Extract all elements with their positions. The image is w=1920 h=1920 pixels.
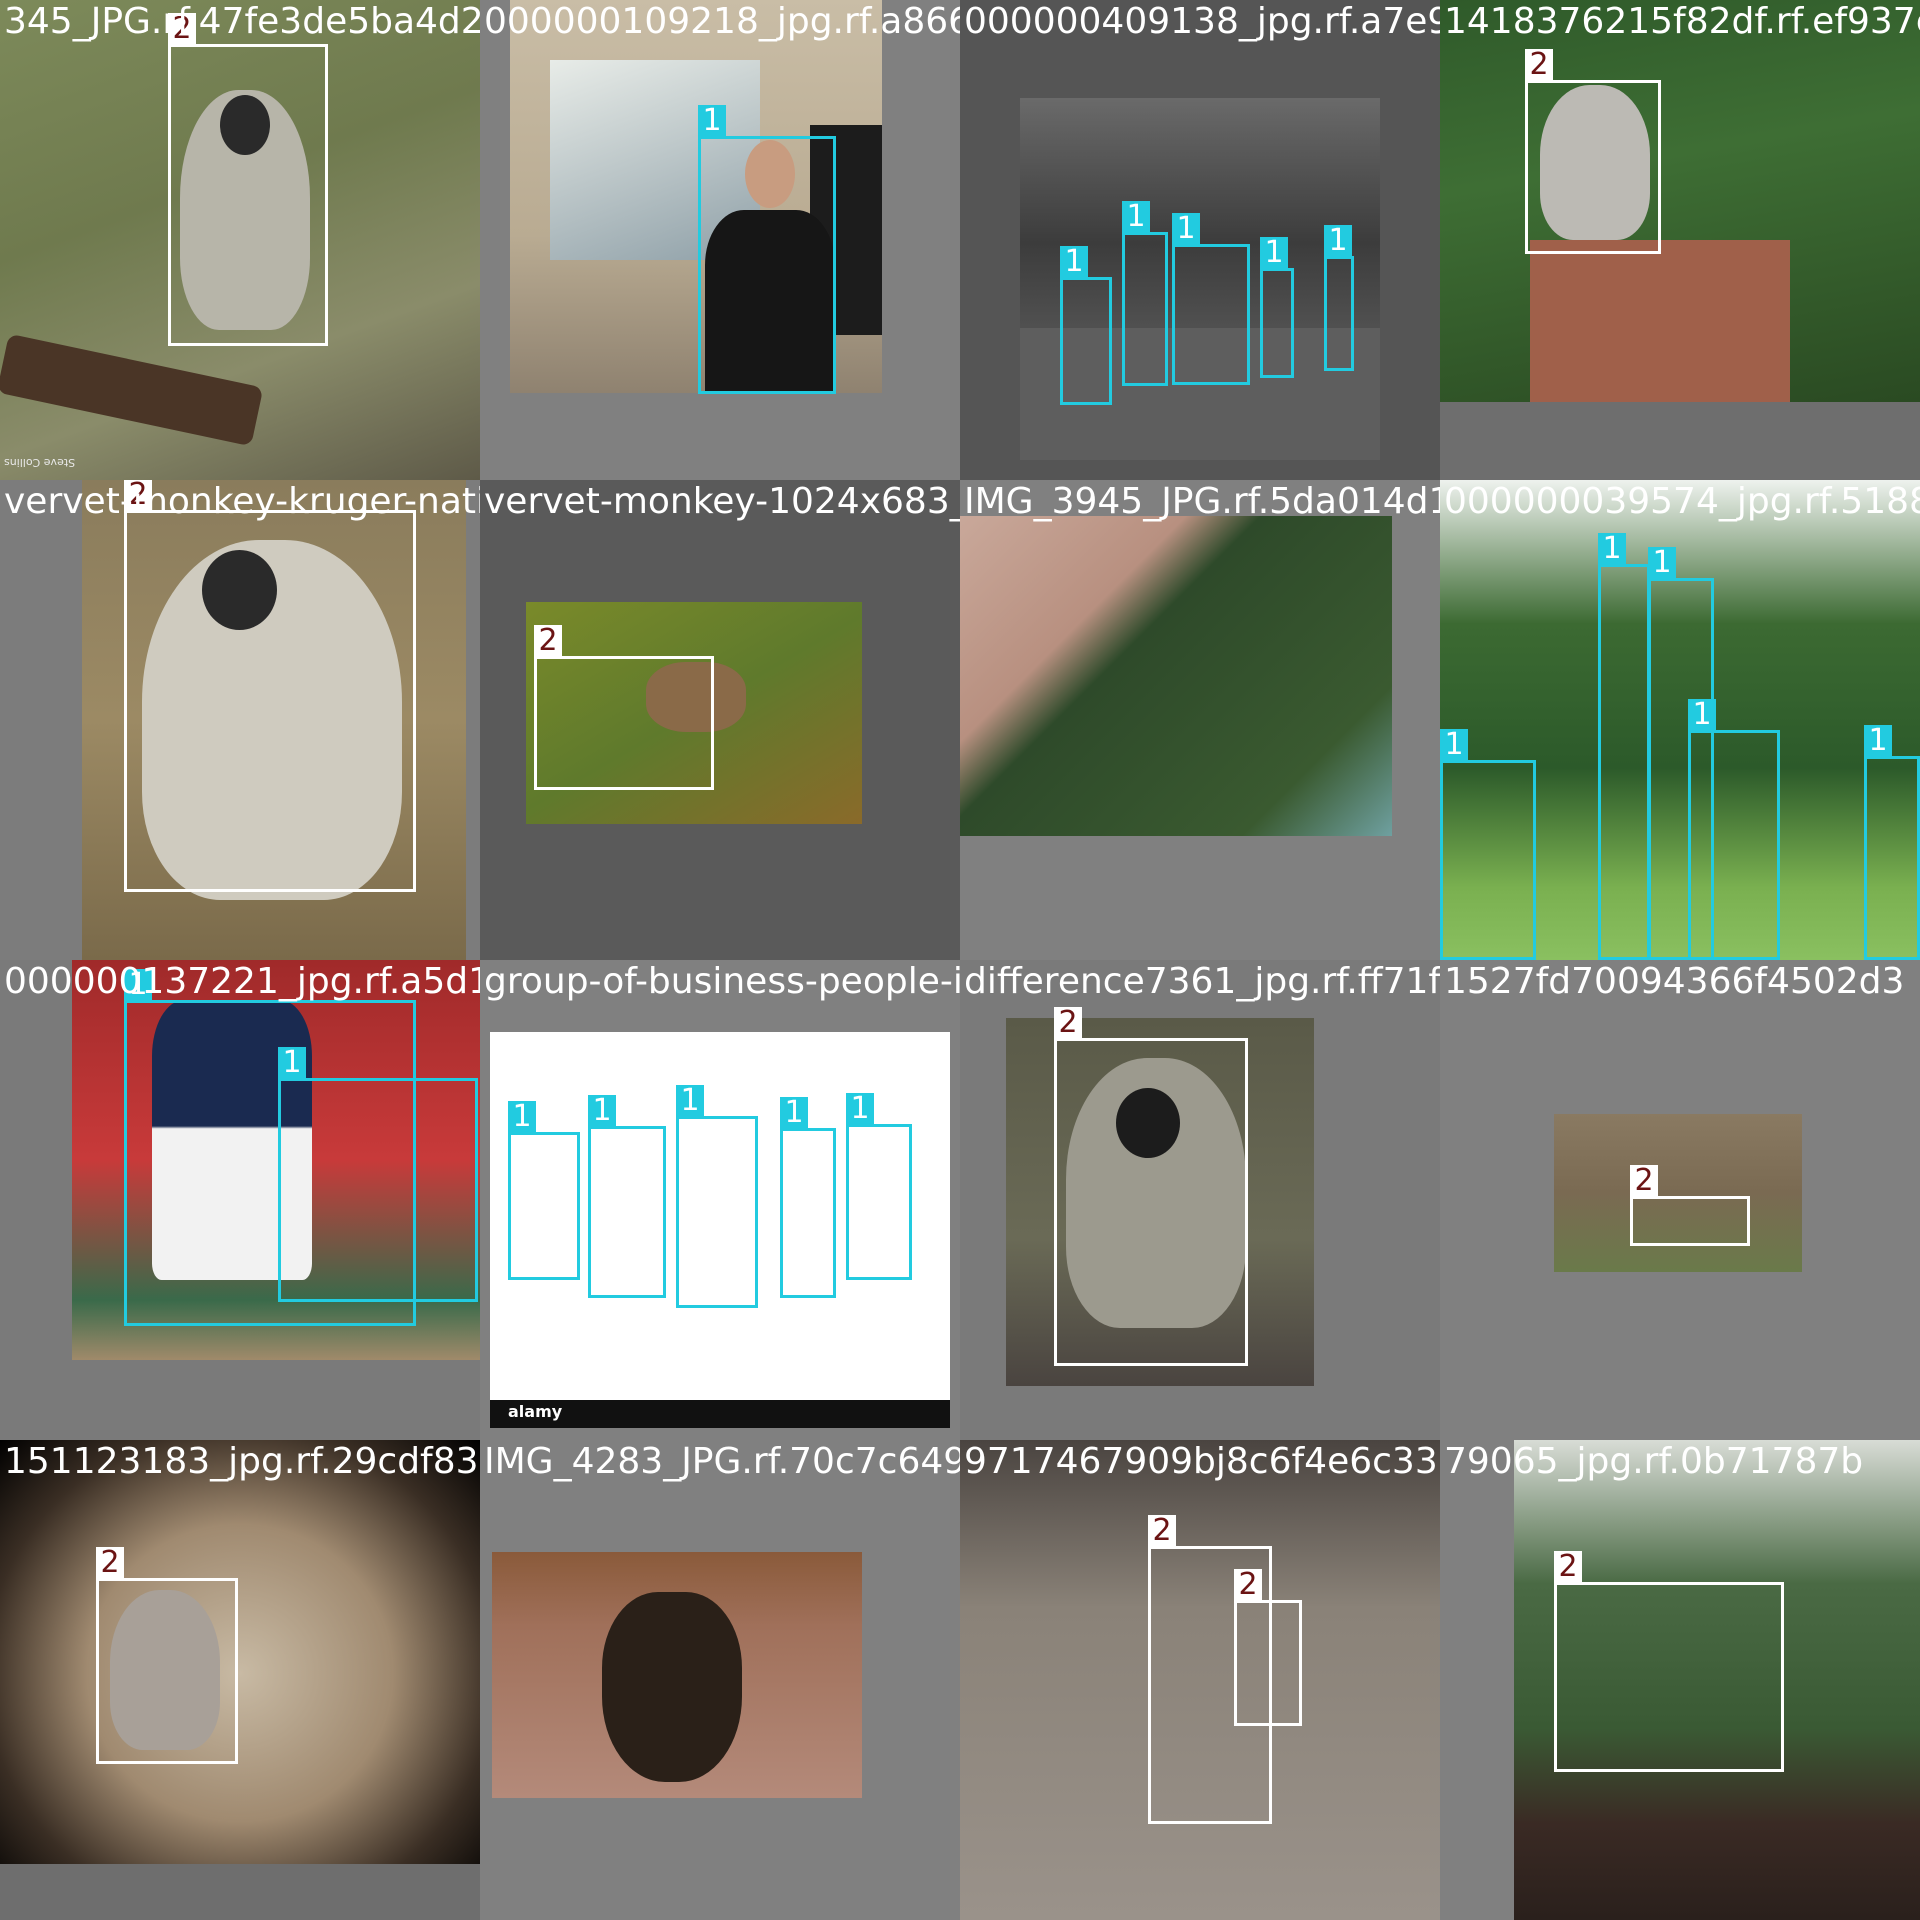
tile-green-wall: IMG_3945_JPG.rf.5da014d1 [960, 480, 1440, 960]
tile-monkeys-dirt: 9717467909bj8c6f4e6c33656f588 2 2 [960, 1440, 1440, 1920]
bbox-person: 1 [698, 105, 836, 394]
tile-langur-vignette: 151123183_jpg.rf.29cdf8315b 2 [0, 1440, 480, 1920]
brick-pillar [1530, 240, 1790, 402]
alamy-watermark: alamy [508, 1402, 563, 1421]
bbox-monkey: 2 [168, 13, 328, 346]
tile-filename: difference7361_jpg.rf.ff71f1b94b [964, 961, 1440, 1002]
bbox-class-label: 1 [508, 1101, 536, 1133]
bbox-person: 1 [780, 1097, 836, 1298]
bbox-monkey: 2 [1525, 49, 1661, 254]
bbox-person: 1 [1688, 699, 1780, 960]
bbox-monkey: 2 [1234, 1569, 1302, 1726]
bbox-person: 1 [1324, 225, 1354, 371]
photo-dog-deck [492, 1552, 862, 1798]
tile-filename: IMG_4283_JPG.rf.70c7c649 [484, 1441, 960, 1482]
bbox-class-label: 1 [1440, 729, 1468, 761]
photo-credit-watermark: Steve Collins [4, 456, 76, 469]
bbox-class-label: 1 [1172, 213, 1200, 245]
bbox-person: 1 [676, 1085, 758, 1308]
bbox-person: 1 [1598, 533, 1650, 960]
bbox-class-label: 2 [124, 480, 152, 511]
tile-business-people: alamy group-of-business-people-in-differ… [480, 960, 960, 1440]
bbox-class-label: 1 [1122, 201, 1150, 233]
bbox-class-label: 1 [124, 969, 152, 1001]
bbox-monkey: 2 [1054, 1007, 1248, 1366]
tile-man-projector: 000000109218_jpg.rf.a866b 1 [480, 0, 960, 480]
bbox-class-label: 1 [1324, 225, 1352, 257]
bbox-class-label: 1 [698, 105, 726, 137]
tile-skaters-bw: 000000409138_jpg.rf.a7e91 1 1 1 1 1 [960, 0, 1440, 480]
tile-langur-wall: 1418376215f82df.rf.ef937ea1 2 [1440, 0, 1920, 480]
tile-filename: vervet-monkey-1024x683_webp [484, 481, 960, 522]
bbox-class-label: 1 [1688, 699, 1716, 731]
bbox-monkey: 2 [1630, 1165, 1750, 1246]
bbox-person: 1 [1122, 201, 1168, 386]
bbox-monkey: 2 [124, 480, 416, 892]
bbox-monkey: 2 [1554, 1551, 1784, 1772]
bbox-person: 1 [1440, 729, 1536, 960]
tile-vervet-walking: vervet-monkey-1024x683_webp 2 [480, 480, 960, 960]
tile-dog-deck: IMG_4283_JPG.rf.70c7c649 [480, 1440, 960, 1920]
bbox-class-label: 2 [1554, 1551, 1582, 1583]
photo-green-wall [960, 516, 1392, 836]
detection-mosaic: 345_JPG.rf.47fe3de5ba4d2d 2 Steve Collin… [0, 0, 1920, 1920]
bbox-person: 1 [846, 1093, 912, 1280]
bbox-class-label: 1 [1864, 725, 1892, 757]
bbox-class-label: 1 [1260, 237, 1288, 269]
bbox-person: 1 [1172, 213, 1250, 385]
bbox-class-label: 1 [278, 1047, 306, 1079]
tile-baseball: 000000137221_jpg.rf.a5d10 1 1 [0, 960, 480, 1440]
bbox-class-label: 1 [780, 1097, 808, 1129]
bbox-class-label: 1 [846, 1093, 874, 1125]
bbox-class-label: 2 [1148, 1515, 1176, 1547]
bbox-class-label: 1 [1060, 246, 1088, 278]
photo-langur-wall [1440, 0, 1920, 402]
bbox-class-label: 2 [96, 1547, 124, 1579]
tile-filename: group-of-business-people-in-different [484, 961, 960, 1002]
tile-filename: 1527fd70094366f4502d3 [1444, 961, 1905, 1002]
tile-vervet-grass: 345_JPG.rf.47fe3de5ba4d2d 2 Steve Collin… [0, 0, 480, 480]
tile-vervet-kruger: vervet-monkey-kruger-national-park-1024x… [0, 480, 480, 960]
tile-vervet-rock: difference7361_jpg.rf.ff71f1b94b 2 [960, 960, 1440, 1440]
bbox-person: 1 [1864, 725, 1920, 960]
tile-langur-brick-wall: 79065_jpg.rf.0b71787b 2 [1440, 1440, 1920, 1920]
bbox-monkey: 2 [96, 1547, 238, 1764]
bbox-person: 1 [1260, 237, 1294, 378]
bbox-class-label: 1 [1598, 533, 1626, 565]
bbox-person: 1 [278, 1047, 478, 1302]
tile-filename: 000000409138_jpg.rf.a7e91 [964, 1, 1440, 42]
bbox-class-label: 2 [534, 625, 562, 657]
bbox-person: 1 [588, 1095, 666, 1298]
bbox-person: 1 [508, 1101, 580, 1280]
bbox-class-label: 1 [676, 1085, 704, 1117]
bbox-class-label: 2 [1234, 1569, 1262, 1601]
bbox-person: 1 [1060, 246, 1112, 405]
photo-langur-vignette [0, 1440, 480, 1864]
tile-langur-field: 1527fd70094366f4502d3 2 [1440, 960, 1920, 1440]
bbox-class-label: 2 [1525, 49, 1553, 81]
bbox-class-label: 2 [168, 13, 196, 45]
photo-langur-field [1554, 1114, 1802, 1272]
bbox-class-label: 2 [1630, 1165, 1658, 1197]
bbox-class-label: 1 [588, 1095, 616, 1127]
bbox-class-label: 2 [1054, 1007, 1082, 1039]
bbox-monkey: 2 [534, 625, 714, 790]
log [0, 333, 264, 447]
dog-head [602, 1592, 742, 1782]
bbox-class-label: 1 [1648, 547, 1676, 579]
tile-frisbee-players: 000000039574_jpg.rf.51888 1 1 1 1 1 [1440, 480, 1920, 960]
